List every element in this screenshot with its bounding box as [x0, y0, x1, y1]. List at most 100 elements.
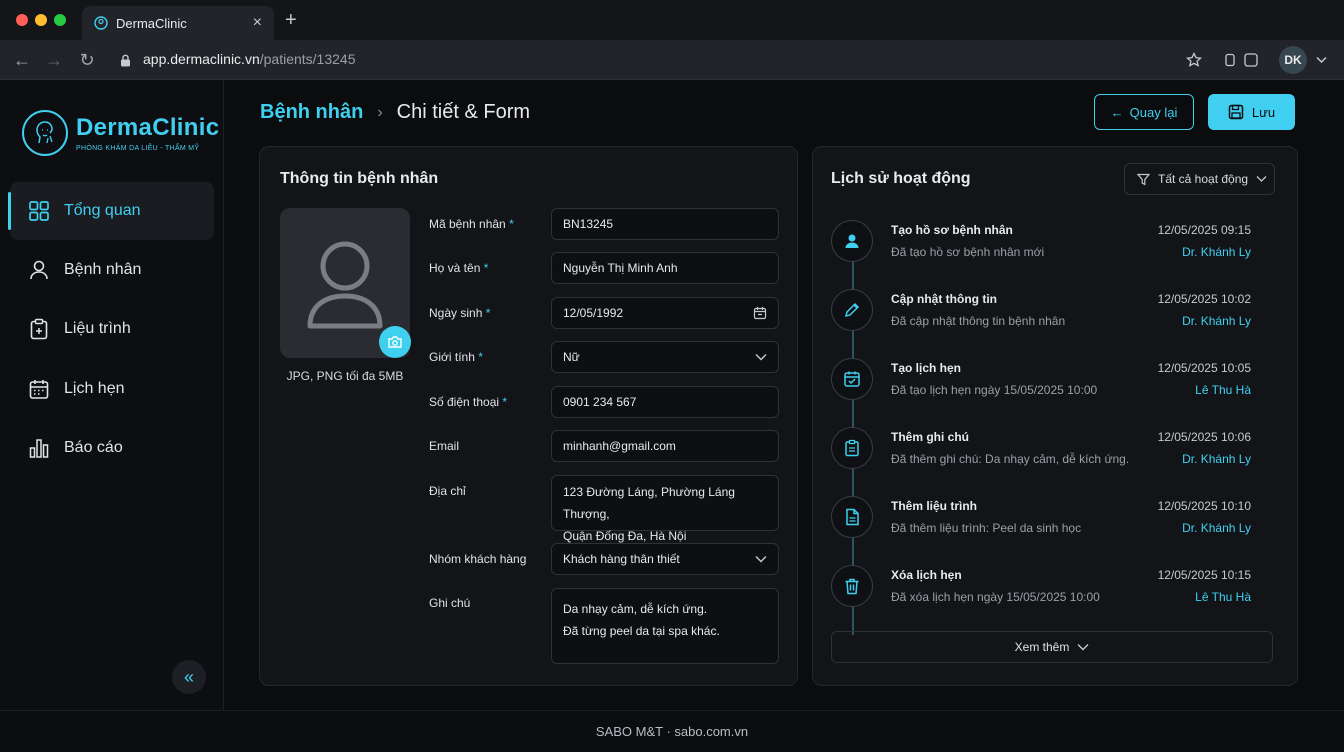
- sidebar-item-treatments[interactable]: Liệu trình: [10, 300, 214, 358]
- tab-close-icon[interactable]: ×: [253, 15, 262, 31]
- tab-favicon-icon: [94, 16, 108, 30]
- calendar-picker-icon[interactable]: [753, 306, 767, 320]
- timeline-title: Cập nhật thông tin: [891, 292, 997, 306]
- full-name-field[interactable]: Nguyễn Thị Minh Anh: [551, 252, 779, 284]
- sidebar-item-label: Liệu trình: [64, 320, 131, 337]
- upload-photo-button[interactable]: [379, 326, 411, 358]
- timeline-item[interactable]: Thêm liệu trình Đã thêm liệu trình: Peel…: [831, 496, 1251, 546]
- see-more-button[interactable]: Xem thêm: [831, 631, 1273, 663]
- logo[interactable]: DermaClinic PHÒNG KHÁM DA LIỄU - THẨM MỸ: [22, 110, 219, 156]
- timeline-user[interactable]: Lê Thu Hà: [1195, 383, 1251, 397]
- forward-arrow-icon[interactable]: →: [43, 49, 65, 71]
- document-icon: [831, 496, 873, 538]
- timeline-user[interactable]: Dr. Khánh Ly: [1182, 314, 1251, 328]
- activity-filter-select[interactable]: Tất cả hoạt động: [1124, 163, 1275, 195]
- filter-icon: [1137, 173, 1150, 186]
- dob-label: Ngày sinh *: [429, 306, 491, 320]
- double-chevron-left-icon: «: [183, 666, 194, 687]
- sidebar-panel-icon[interactable]: [1244, 53, 1258, 67]
- photo-hint: JPG, PNG tối đa 5MB: [286, 369, 404, 383]
- see-more-label: Xem thêm: [1014, 640, 1070, 654]
- address-label: Địa chỉ: [429, 484, 466, 498]
- close-window-button[interactable]: [16, 14, 28, 26]
- note-label: Ghi chú: [429, 596, 471, 610]
- timeline-item[interactable]: Tạo lịch hẹn Đã tạo lịch hẹn ngày 15/05/…: [831, 358, 1251, 408]
- timeline-time: 12/05/2025 09:15: [1157, 223, 1251, 237]
- calendar-check-icon: [831, 358, 873, 400]
- sidebar-item-label: Bệnh nhân: [64, 261, 142, 278]
- profile-avatar[interactable]: DK: [1279, 46, 1307, 74]
- arrow-left-icon: ←: [1110, 104, 1124, 120]
- chevron-down-icon: [755, 556, 767, 563]
- email-label: Email: [429, 439, 460, 453]
- chevron-down-icon: [1256, 176, 1267, 182]
- customer-group-select[interactable]: Khách hàng thân thiết: [551, 543, 779, 575]
- back-button[interactable]: ← Quay lại: [1094, 94, 1194, 130]
- breadcrumb: Bệnh nhân › Chi tiết & Form: [260, 101, 530, 124]
- activity-title: Lịch sử hoạt động: [831, 170, 971, 187]
- sidebar-item-patients[interactable]: Bệnh nhân: [10, 241, 214, 299]
- clipboard-icon: [30, 318, 48, 340]
- timeline-item[interactable]: Xóa lịch hẹn Đã xóa lịch hẹn ngày 15/05/…: [831, 565, 1251, 615]
- sidebar-item-appointments[interactable]: Lịch hẹn: [10, 360, 214, 418]
- phone-field[interactable]: 0901 234 567: [551, 386, 779, 418]
- timeline-user[interactable]: Lê Thu Hà: [1195, 590, 1251, 604]
- timeline-desc: Đã tạo lịch hẹn ngày 15/05/2025 10:00: [891, 383, 1098, 397]
- timeline-item[interactable]: Thêm ghi chú Đã thêm ghi chú: Da nhạy cả…: [831, 427, 1251, 477]
- tab-title: DermaClinic: [116, 15, 187, 31]
- sidebar-item-reports[interactable]: Báo cáo: [10, 419, 214, 477]
- breadcrumb-patients-link[interactable]: Bệnh nhân: [260, 101, 363, 124]
- timeline-user[interactable]: Dr. Khánh Ly: [1182, 452, 1251, 466]
- camera-icon: [388, 336, 402, 348]
- gender-select[interactable]: Nữ: [551, 341, 779, 373]
- note-field[interactable]: Da nhạy cảm, dễ kích ứng. Đã từng peel d…: [551, 588, 779, 664]
- browser-tab[interactable]: DermaClinic ×: [82, 6, 274, 40]
- new-tab-icon[interactable]: +: [285, 10, 297, 30]
- note-line-2: Đã từng peel da tại spa khác.: [563, 624, 720, 638]
- maximize-window-button[interactable]: [54, 14, 66, 26]
- sidebar-item-overview[interactable]: Tổng quan: [8, 182, 214, 240]
- url-path: /patients/13245: [259, 51, 356, 67]
- save-button[interactable]: Lưu: [1208, 94, 1295, 130]
- timeline-user[interactable]: Dr. Khánh Ly: [1182, 245, 1251, 259]
- user-icon: [831, 220, 873, 262]
- customer-group-value: Khách hàng thân thiết: [563, 552, 680, 566]
- timeline-item[interactable]: Tạo hồ sơ bệnh nhân Đã tạo hồ sơ bệnh nh…: [831, 220, 1251, 270]
- save-button-label: Lưu: [1251, 104, 1276, 120]
- minimize-window-button[interactable]: [35, 14, 47, 26]
- timeline-desc: Đã xóa lịch hẹn ngày 15/05/2025 10:00: [891, 590, 1100, 604]
- dob-value: 12/05/1992: [563, 306, 624, 320]
- bookmark-star-icon[interactable]: [1186, 52, 1202, 68]
- sidebar-item-label: Báo cáo: [64, 439, 123, 456]
- timeline-time: 12/05/2025 10:15: [1157, 568, 1251, 582]
- timeline-desc: Đã thêm liệu trình: Peel da sinh học: [891, 521, 1082, 535]
- sidebar-item-label: Tổng quan: [64, 202, 141, 219]
- activity-card: Lịch sử hoạt động Tất cả hoạt động Tạo h…: [812, 146, 1298, 686]
- email-field[interactable]: minhanh@gmail.com: [551, 430, 779, 462]
- timeline-time: 12/05/2025 10:06: [1157, 430, 1251, 444]
- extension-icon[interactable]: [1224, 53, 1236, 67]
- address-field[interactable]: 123 Đường Láng, Phường Láng Thượng, Quận…: [551, 475, 779, 543]
- trash-icon: [831, 565, 873, 607]
- dob-field[interactable]: 12/05/1992: [551, 297, 779, 329]
- lock-icon: [121, 54, 130, 66]
- calendar-icon: [29, 380, 49, 399]
- phone-label: Số điện thoại *: [429, 395, 508, 409]
- patient-info-title: Thông tin bệnh nhân: [280, 170, 439, 187]
- window-controls: [16, 14, 66, 26]
- timeline-time: 12/05/2025 10:05: [1157, 361, 1251, 375]
- gender-value: Nữ: [563, 350, 580, 364]
- timeline-user[interactable]: Dr. Khánh Ly: [1182, 521, 1251, 535]
- gender-label: Giới tính *: [429, 350, 483, 364]
- patient-id-field[interactable]: BN13245: [551, 208, 779, 240]
- back-arrow-icon[interactable]: ←: [11, 49, 33, 71]
- timeline-time: 12/05/2025 10:10: [1157, 499, 1251, 513]
- save-icon: [1228, 104, 1244, 120]
- profile-chevron-down-icon[interactable]: [1316, 56, 1327, 64]
- sidebar-collapse-button[interactable]: «: [172, 660, 206, 694]
- reload-icon[interactable]: ↻: [76, 49, 98, 71]
- address-bar[interactable]: app.dermaclinic.vn/patients/13245: [110, 46, 1214, 74]
- sidebar: DermaClinic PHÒNG KHÁM DA LIỄU - THẨM MỸ…: [0, 80, 224, 710]
- timeline-item[interactable]: Cập nhật thông tin Đã cập nhật thông tin…: [831, 289, 1251, 339]
- timeline-desc: Đã thêm ghi chú: Da nhạy cảm, dễ kích ứn…: [891, 452, 1130, 466]
